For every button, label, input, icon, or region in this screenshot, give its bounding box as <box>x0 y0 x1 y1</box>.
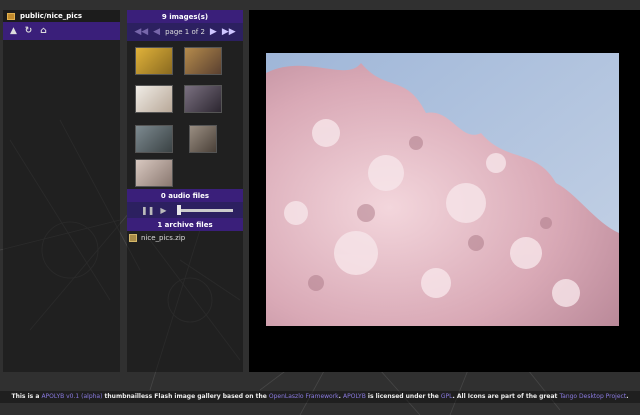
last-page-icon[interactable]: ▶▶ <box>222 27 236 37</box>
thumbnail-3[interactable] <box>135 85 173 113</box>
up-icon[interactable]: ▲ <box>9 26 18 36</box>
footer-text-4: is licensed under the <box>365 393 441 400</box>
archive-files-label: 1 archive files <box>157 220 213 229</box>
audio-player: ❚❚ ▶ <box>127 202 243 218</box>
footer-credits: This is a APOLYB v0.1 (alpha) thumbnaill… <box>0 391 640 403</box>
archive-files-header: 1 archive files <box>127 218 243 231</box>
seek-handle[interactable] <box>176 204 181 215</box>
zip-file-icon <box>129 234 137 242</box>
folder-icon <box>7 12 15 20</box>
thumbnail-1[interactable] <box>135 47 173 75</box>
folder-panel: public/nice_pics ▲ ↻ ⌂ <box>3 10 120 372</box>
footer-text-5: . All Icons are part of the great <box>452 393 560 400</box>
thumbnail-panel: 9 images(s) ◀◀ ◀ page 1 of 2 ▶ ▶▶ 0 audi… <box>127 10 243 372</box>
page-indicator: page 1 of 2 <box>165 28 205 36</box>
main-photo[interactable] <box>266 53 619 326</box>
home-icon[interactable]: ⌂ <box>39 26 48 36</box>
image-count-header: 9 images(s) <box>127 10 243 23</box>
pause-icon[interactable]: ❚❚ <box>141 206 154 215</box>
image-count: 9 images(s) <box>161 12 209 21</box>
footer-text-2: thumbnailless Flash image gallery based … <box>102 393 269 400</box>
archive-item-name: nice_pics.zip <box>141 234 186 242</box>
prev-page-icon[interactable]: ◀ <box>153 27 160 37</box>
thumbnail-2[interactable] <box>184 47 222 75</box>
folder-path: public/nice_pics <box>20 12 83 20</box>
refresh-icon[interactable]: ↻ <box>24 26 33 36</box>
thumbnail-grid <box>127 41 243 189</box>
folder-title-bar: public/nice_pics <box>3 10 120 22</box>
next-page-icon[interactable]: ▶ <box>210 27 217 37</box>
thumbnail-6[interactable] <box>189 125 217 153</box>
seek-bar[interactable] <box>176 204 233 215</box>
apolyb-link[interactable]: APOLYB v0.1 (alpha) <box>41 393 102 400</box>
footer-text-6: . <box>626 393 629 400</box>
folder-toolbar: ▲ ↻ ⌂ <box>3 22 120 40</box>
first-page-icon[interactable]: ◀◀ <box>134 27 148 37</box>
thumbnail-4[interactable] <box>184 85 222 113</box>
pager: ◀◀ ◀ page 1 of 2 ▶ ▶▶ <box>127 23 243 41</box>
archive-item[interactable]: nice_pics.zip <box>127 231 243 245</box>
thumbnail-5[interactable] <box>135 125 173 153</box>
footer-text-1: This is a <box>11 393 42 400</box>
audio-files-header: 0 audio files <box>127 189 243 202</box>
audio-files-label: 0 audio files <box>160 191 210 200</box>
play-icon[interactable]: ▶ <box>160 206 166 215</box>
image-viewer <box>249 10 640 372</box>
openlaszlo-link[interactable]: OpenLaszlo Framework <box>269 393 339 400</box>
tango-link[interactable]: Tango Desktop Project <box>559 393 626 400</box>
gpl-link[interactable]: GPL <box>441 393 453 400</box>
apolyb-link-2[interactable]: APOLYB <box>343 393 366 400</box>
thumbnail-7[interactable] <box>135 159 173 187</box>
